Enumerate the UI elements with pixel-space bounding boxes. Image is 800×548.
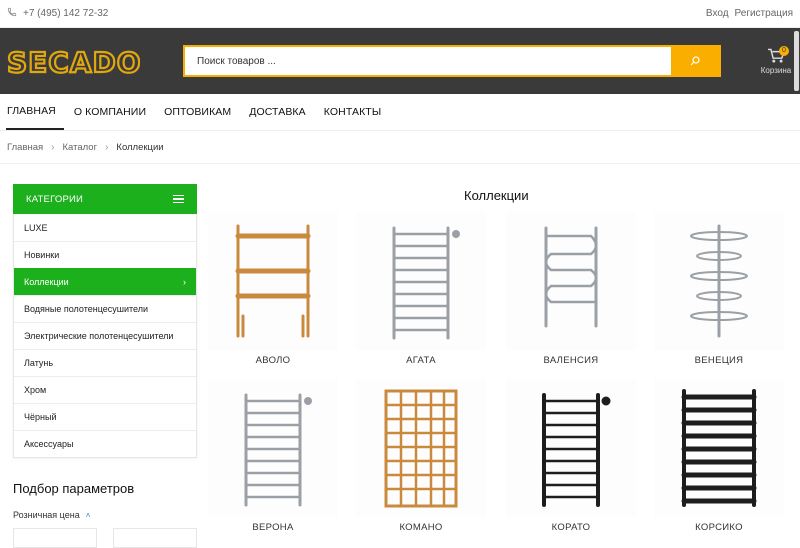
phone-icon xyxy=(7,7,17,20)
product-name[interactable]: АВОЛО xyxy=(208,355,338,366)
product-card[interactable]: ВЕРОНА xyxy=(208,379,338,533)
cart-label: Корзина xyxy=(760,66,792,75)
product-name[interactable]: ВЕРОНА xyxy=(208,522,338,533)
product-image[interactable] xyxy=(356,212,486,350)
chevron-right-icon: › xyxy=(105,141,109,153)
product-card[interactable]: КОРСИКО xyxy=(654,379,784,533)
towel-rail-drawing xyxy=(235,224,311,338)
product-image[interactable] xyxy=(356,379,486,517)
product-name[interactable]: КОМАНО xyxy=(356,522,486,533)
site-header: SECADO 0 Корзина xyxy=(0,28,800,94)
category-item-active[interactable]: Коллекции › xyxy=(14,268,196,295)
breadcrumb-home[interactable]: Главная xyxy=(7,142,43,153)
logo[interactable]: SECADO xyxy=(0,44,184,78)
cart-count-badge: 0 xyxy=(779,46,789,56)
product-image[interactable] xyxy=(208,379,338,517)
chevron-right-icon: › xyxy=(51,141,55,153)
category-label: Водяные полотенцесушители xyxy=(24,304,149,314)
product-name[interactable]: АГАТА xyxy=(356,355,486,366)
product-card[interactable]: АВОЛО xyxy=(208,212,338,366)
product-name[interactable]: КОРСИКО xyxy=(654,522,784,533)
product-image[interactable] xyxy=(506,379,636,517)
category-label: Электрические полотенцесушители xyxy=(24,331,174,341)
breadcrumb-current: Коллекции xyxy=(116,141,164,153)
sidebar: КАТЕГОРИИ LUXE Новинки Коллекции › Водяны… xyxy=(13,184,197,548)
category-item[interactable]: Аксессуары xyxy=(14,430,196,457)
filter-title: Подбор параметров xyxy=(13,481,135,496)
login-link[interactable]: Вход xyxy=(706,8,729,19)
nav-item-home[interactable]: ГЛАВНАЯ xyxy=(6,94,64,130)
towel-rail-drawing xyxy=(392,226,460,340)
category-item[interactable]: Электрические полотенцесушители xyxy=(14,322,196,349)
product-name[interactable]: ВЕНЕЦИЯ xyxy=(654,355,784,366)
search-icon xyxy=(690,56,700,66)
menu-icon xyxy=(173,194,184,204)
search-button[interactable] xyxy=(671,47,719,75)
towel-rail-drawing xyxy=(681,389,757,507)
category-label: Коллекции xyxy=(24,277,69,287)
towel-rail-drawing xyxy=(244,393,312,507)
price-filter-toggle[interactable]: Розничная цена ˄ xyxy=(13,510,197,520)
chevron-up-icon: ˄ xyxy=(85,510,91,520)
logo-wordmark: SECADO xyxy=(6,45,140,78)
category-item[interactable]: Хром xyxy=(14,376,196,403)
product-card[interactable]: КОРАТО xyxy=(506,379,636,533)
category-label: Латунь xyxy=(24,358,54,368)
product-name[interactable]: ВАЛЕНСИЯ xyxy=(506,355,636,366)
nav-item-wholesale[interactable]: ОПТОВИКАМ xyxy=(155,94,240,130)
search-bar xyxy=(183,45,721,77)
category-item[interactable]: Латунь xyxy=(14,349,196,376)
price-max-input[interactable] xyxy=(113,528,197,548)
product-card[interactable]: АГАТА xyxy=(356,212,486,366)
search-input[interactable] xyxy=(185,47,671,75)
category-label: LUXE xyxy=(24,222,48,233)
svg-text:SECADO: SECADO xyxy=(7,46,140,78)
category-label: Новинки xyxy=(24,250,60,260)
phone-number[interactable]: +7 (495) 142 72-32 xyxy=(23,8,108,19)
cart-button[interactable]: 0 Корзина xyxy=(758,46,794,75)
category-item[interactable]: Водяные полотенцесушители xyxy=(14,295,196,322)
towel-rail-drawing xyxy=(690,224,748,338)
category-item[interactable]: Новинки xyxy=(14,241,196,268)
categories-title: КАТЕГОРИИ xyxy=(26,193,84,205)
category-item[interactable]: Чёрный xyxy=(14,403,196,430)
category-label: Аксессуары xyxy=(24,439,74,449)
product-card[interactable]: ВЕНЕЦИЯ xyxy=(654,212,784,366)
register-link[interactable]: Регистрация xyxy=(735,8,793,19)
nav-item-about[interactable]: О КОМПАНИИ xyxy=(65,94,155,130)
towel-rail-drawing xyxy=(542,393,611,507)
category-list: LUXE Новинки Коллекции › Водяные полотенц… xyxy=(13,214,197,458)
price-min-input[interactable] xyxy=(13,528,97,548)
nav-item-contacts[interactable]: КОНТАКТЫ xyxy=(315,94,390,130)
category-item[interactable]: LUXE xyxy=(14,214,196,241)
chevron-right-icon: › xyxy=(183,277,186,287)
category-label: Чёрный xyxy=(24,412,57,422)
breadcrumb: Главная › Каталог › Коллекции xyxy=(0,131,800,164)
towel-rail-drawing xyxy=(384,389,458,508)
phone-block[interactable]: +7 (495) 142 72-32 xyxy=(7,7,108,20)
product-image[interactable] xyxy=(208,212,338,350)
product-image[interactable] xyxy=(654,379,784,517)
product-name[interactable]: КОРАТО xyxy=(506,522,636,533)
product-image[interactable] xyxy=(654,212,784,350)
product-card[interactable]: ВАЛЕНСИЯ xyxy=(506,212,636,366)
page-title: Коллекции xyxy=(464,188,529,203)
product-card[interactable]: КОМАНО xyxy=(356,379,486,533)
top-bar: +7 (495) 142 72-32 Вход Регистрация xyxy=(0,0,800,28)
main-nav: ГЛАВНАЯ О КОМПАНИИ ОПТОВИКАМ ДОСТАВКА КО… xyxy=(0,94,800,131)
categories-header[interactable]: КАТЕГОРИИ xyxy=(13,184,197,214)
scrollbar-thumb[interactable] xyxy=(794,31,799,91)
price-filter-label: Розничная цена xyxy=(13,510,80,520)
breadcrumb-catalog[interactable]: Каталог xyxy=(63,142,98,153)
towel-rail-drawing xyxy=(544,226,598,328)
price-inputs xyxy=(13,528,197,548)
nav-item-delivery[interactable]: ДОСТАВКА xyxy=(240,94,315,130)
category-label: Хром xyxy=(24,385,47,395)
product-image[interactable] xyxy=(506,212,636,350)
